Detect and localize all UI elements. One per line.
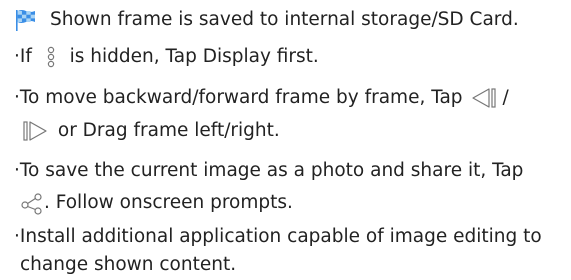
checkered-flag-icon bbox=[16, 10, 35, 31]
bullet-item-frame-move: ·To move backward/forward frame by frame… bbox=[14, 83, 509, 113]
bullet-text: change shown content. bbox=[20, 254, 237, 275]
bullet-item-share: ·To save the current image as a photo an… bbox=[14, 156, 523, 186]
bullet-item-frame-move-cont: or Drag frame left/right. bbox=[20, 116, 280, 146]
bullet-item-install-cont: change shown content. bbox=[20, 250, 236, 280]
help-page: Shown frame is saved to internal storage… bbox=[0, 0, 571, 278]
bullet-text: . Follow onscreen prompts. bbox=[44, 192, 293, 213]
bullet-text: is hidden, Tap Display first. bbox=[63, 46, 319, 67]
frame-backward-icon bbox=[472, 88, 497, 108]
bullet-text: / bbox=[502, 87, 509, 108]
bullet-item-display: ·If is hidden, Tap Display first. bbox=[14, 42, 319, 72]
frame-forward-icon bbox=[23, 121, 47, 141]
share-icon bbox=[21, 193, 42, 215]
vertical-dots-menu-icon bbox=[47, 46, 54, 68]
bullet-item-share-cont: . Follow onscreen prompts. bbox=[20, 188, 293, 218]
bullet-text: or Drag frame left/right. bbox=[52, 120, 280, 141]
bullet-text: To move backward/forward frame by frame,… bbox=[19, 87, 469, 108]
bullet-text: To save the current image as a photo and… bbox=[19, 160, 524, 181]
bullet-text: If bbox=[19, 46, 38, 67]
bullet-text: Install additional application capable o… bbox=[19, 226, 542, 247]
header-text: Shown frame is saved to internal storage… bbox=[50, 9, 519, 30]
bullet-item-install: ·Install additional application capable … bbox=[14, 222, 542, 252]
